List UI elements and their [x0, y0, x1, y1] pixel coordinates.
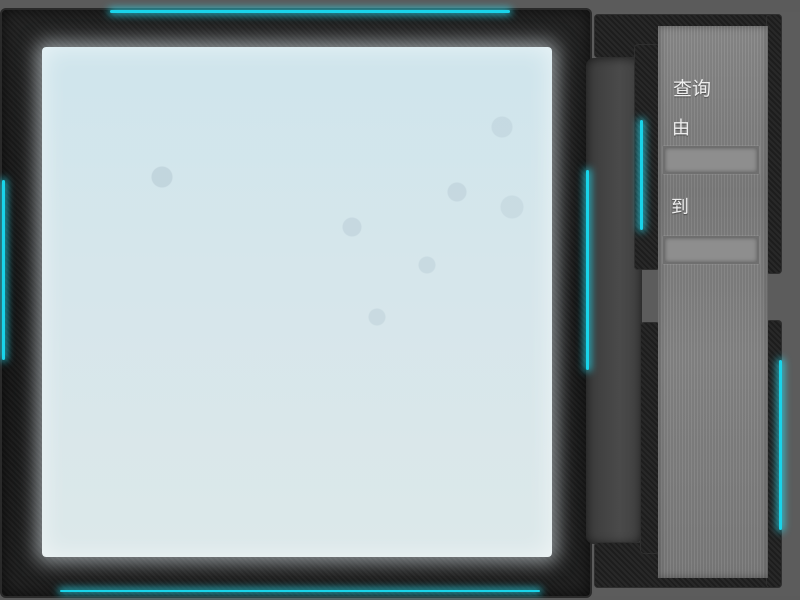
to-input[interactable]	[663, 236, 759, 264]
accent-glow-panel-bottom	[779, 360, 782, 530]
accent-glow-panel-top	[640, 120, 643, 230]
panel-bracket-right-top	[766, 14, 782, 274]
accent-glow-middle	[586, 170, 589, 370]
panel-bracket-inner-bottom	[640, 322, 660, 554]
display-screen	[42, 47, 552, 557]
from-label: 由	[672, 118, 690, 139]
to-label: 到	[671, 197, 689, 218]
from-input[interactable]	[663, 146, 759, 174]
accent-glow-bottom	[60, 590, 540, 592]
accent-glow-top	[110, 10, 510, 13]
accent-glow-left	[2, 180, 5, 360]
query-panel	[658, 26, 768, 578]
panel-bracket-inner-top	[634, 44, 660, 270]
query-panel-title: 查询	[673, 78, 712, 100]
